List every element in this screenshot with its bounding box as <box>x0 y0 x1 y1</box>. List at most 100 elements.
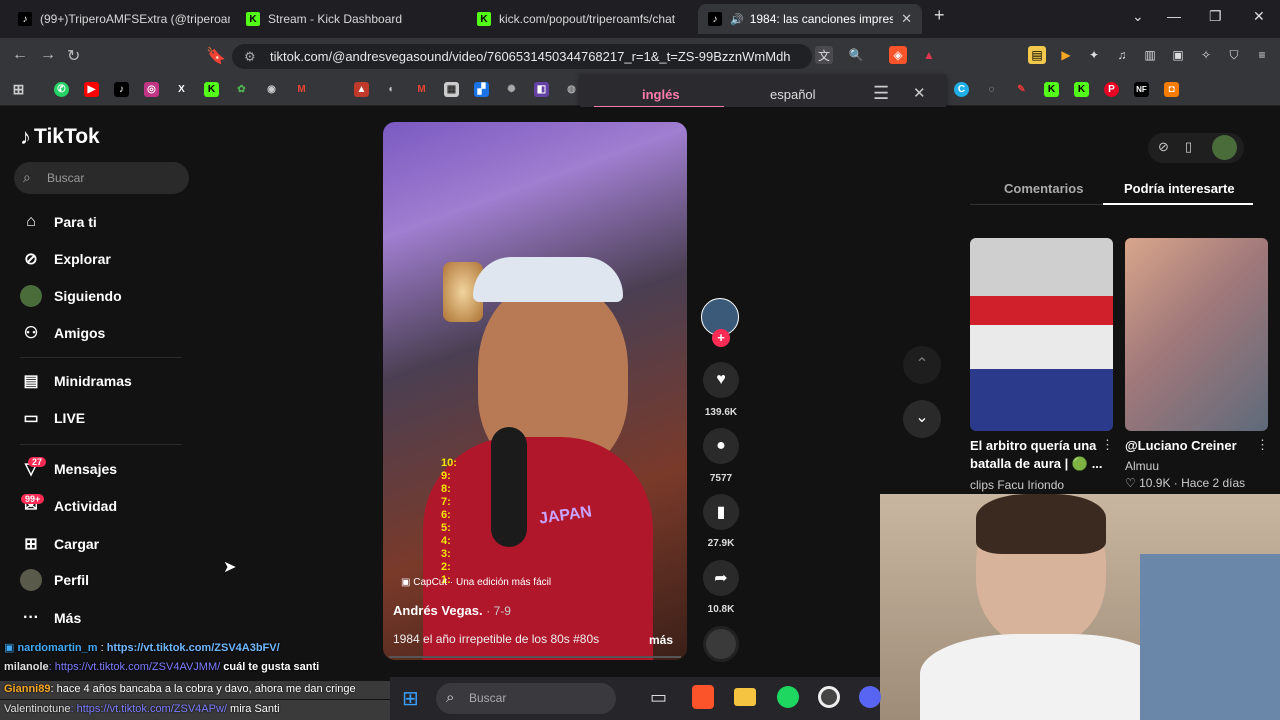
misc-icon[interactable]: ◍ <box>564 82 579 97</box>
music-icon[interactable]: ♫ <box>1113 46 1131 64</box>
nav-for-you[interactable]: ⌂ Para ti <box>20 211 97 233</box>
back-icon[interactable]: ← <box>12 46 28 64</box>
search-input[interactable]: Buscar <box>47 171 84 185</box>
translate-icon[interactable]: 文 <box>815 46 833 64</box>
tab-recommended[interactable]: Podría interesarte <box>1124 181 1235 196</box>
task-view-icon[interactable]: ▭ <box>650 687 667 708</box>
taskbar-search-input[interactable]: Buscar <box>469 691 506 705</box>
red-icon[interactable]: ✎ <box>1014 82 1029 97</box>
coin-icon[interactable]: ⊘ <box>1158 139 1169 155</box>
tab-comments[interactable]: Comentarios <box>1004 181 1083 196</box>
brave-taskbar-icon[interactable] <box>692 685 714 709</box>
blocks-icon[interactable]: ▞ <box>474 82 489 97</box>
kick-bookmark3-icon[interactable]: K <box>1074 82 1089 97</box>
nav-upload[interactable]: ⊞ Cargar <box>20 533 99 555</box>
recommended-channel-1[interactable]: clips Facu Iriondo <box>970 478 1064 492</box>
tab-kick-dashboard[interactable]: K Stream - Kick Dashboard <box>236 4 461 34</box>
chart-icon[interactable]: ▲ <box>354 82 369 97</box>
progress-bar[interactable] <box>389 656 681 658</box>
globe-icon[interactable]: ◌ <box>984 82 999 97</box>
search-box[interactable]: ⌕ Buscar <box>14 162 189 194</box>
discord-icon[interactable] <box>859 686 881 708</box>
forward-icon[interactable]: → <box>40 46 56 64</box>
brave-shield-icon[interactable]: ◈ <box>889 46 907 64</box>
device-icon[interactable]: ▯ <box>1185 139 1192 155</box>
recommended-title-2[interactable]: @Luciano Creiner <box>1125 437 1255 455</box>
kick-bookmark2-icon[interactable]: K <box>1044 82 1059 97</box>
netflix-icon[interactable]: NF <box>1134 82 1149 97</box>
file-explorer-icon[interactable] <box>734 688 756 706</box>
tab-search-chevron-icon[interactable]: ⌄ <box>1132 8 1144 25</box>
x-icon[interactable]: X <box>174 82 189 97</box>
save-button[interactable]: ▮ <box>703 494 739 530</box>
video-player[interactable]: 10: 9: 8: 7: 6: 5: 4: 3: 2: 1: JAPAN ▣ CapCut · U… <box>383 122 687 660</box>
close-tab-icon[interactable]: ✕ <box>893 11 912 27</box>
tab-triperoamfs[interactable]: ♪ (99+)TriperoAMFSExtra (@triperoamf <box>8 4 230 34</box>
new-tab-button[interactable]: + <box>934 5 945 26</box>
user-avatar[interactable] <box>1212 135 1237 160</box>
extension-icon[interactable]: ▤ <box>1028 46 1046 64</box>
minimize-button[interactable]: — <box>1167 8 1181 24</box>
gear-green-icon[interactable]: ✿ <box>234 82 249 97</box>
translate-lang-english[interactable]: inglés <box>642 87 680 102</box>
music-disc-icon[interactable] <box>703 626 739 662</box>
recommended-channel-2[interactable]: Almuu <box>1125 459 1159 473</box>
c-icon[interactable]: C <box>954 82 969 97</box>
sidebar-icon[interactable]: ▥ <box>1141 46 1159 64</box>
play-extension-icon[interactable]: ▶ <box>1057 46 1075 64</box>
leo-icon[interactable]: ✧ <box>1197 46 1215 64</box>
doc-icon[interactable]: ▦ <box>444 82 459 97</box>
close-window-button[interactable]: ✕ <box>1253 8 1265 25</box>
spotify-icon[interactable] <box>777 686 799 708</box>
twitch-icon[interactable]: ◧ <box>534 82 549 97</box>
nav-minidramas[interactable]: ▤ Minidramas <box>20 370 131 392</box>
tiktok-bookmark-icon[interactable]: ♪ <box>114 82 129 97</box>
obs-icon[interactable] <box>818 686 840 708</box>
pinterest-icon[interactable]: P <box>1104 82 1119 97</box>
translate-lang-spanish[interactable]: español <box>770 87 816 102</box>
windows-start-icon[interactable]: ⊞ <box>402 686 419 711</box>
comment-button[interactable]: ● <box>703 428 739 464</box>
recommended-thumb-2[interactable] <box>1125 238 1268 431</box>
site-info-icon[interactable]: ⚙ <box>244 49 256 65</box>
nav-live[interactable]: ▭ LIVE <box>20 407 85 429</box>
bookmark-icon[interactable]: 🔖 <box>206 46 226 66</box>
vpn-icon[interactable]: ⛉ <box>1225 46 1243 64</box>
chat-text[interactable]: : https://vt.tiktok.com/ZSV4APw/ <box>70 703 227 715</box>
tiktok-logo[interactable]: ♪ TikTok <box>20 124 100 150</box>
recommended-more-icon-1[interactable]: ⋮ <box>1101 437 1114 453</box>
tab-kick-chat[interactable]: K kick.com/popout/triperoamfs/chat <box>467 4 693 34</box>
translate-close-icon[interactable]: ✕ <box>913 84 926 102</box>
orange-icon[interactable]: ◘ <box>1164 82 1179 97</box>
instagram-icon[interactable]: ◎ <box>144 82 159 97</box>
video-author[interactable]: Andrés Vegas. <box>393 603 483 618</box>
follow-plus-icon[interactable]: + <box>712 329 730 347</box>
extensions-puzzle-icon[interactable]: ✦ <box>1085 46 1103 64</box>
recommended-title-1[interactable]: El arbitro quería una batalla de aura | … <box>970 437 1105 473</box>
gmail-icon[interactable]: M <box>294 82 309 97</box>
kick-bookmark-icon[interactable]: K <box>204 82 219 97</box>
nav-friends[interactable]: ⚇ Amigos <box>20 322 106 344</box>
prev-video-button[interactable]: ⌃ <box>903 346 941 384</box>
address-bar[interactable]: ⚙ tiktok.com/@andresvegasound/video/7606… <box>232 44 812 69</box>
tab-tiktok-video[interactable]: ♪ 🔊 1984: las canciones imprescin ✕ <box>698 4 922 34</box>
like-button[interactable]: ♥ <box>703 362 739 398</box>
chat-text[interactable]: https://vt.tiktok.com/ZSV4A3bFV/ <box>107 642 280 654</box>
capcut-tag[interactable]: ▣ CapCut · Una edición más fácil <box>401 577 551 588</box>
zoom-icon[interactable]: 🔍 <box>847 46 865 64</box>
menu-icon[interactable]: ≡ <box>1253 46 1271 64</box>
recommended-more-icon-2[interactable]: ⋮ <box>1256 437 1269 453</box>
caption-more-link[interactable]: más <box>649 633 673 647</box>
restore-button[interactable]: ❐ <box>1209 8 1222 25</box>
gmail2-icon[interactable]: M <box>414 82 429 97</box>
chat-text[interactable]: : https://vt.tiktok.com/ZSV4AVJMM/ <box>49 661 221 673</box>
recommended-thumb-1[interactable] <box>970 238 1113 431</box>
translate-menu-icon[interactable]: ☰ <box>873 83 889 104</box>
taskbar-search[interactable]: ⌕ Buscar <box>436 683 616 714</box>
nav-explore[interactable]: ⊘ Explorar <box>20 248 111 270</box>
github-icon[interactable]: ◐ <box>384 82 399 97</box>
openai-icon[interactable]: ✺ <box>504 82 519 97</box>
next-video-button[interactable]: ⌄ <box>903 400 941 438</box>
brave-rewards-icon[interactable]: ▲ <box>920 46 938 64</box>
nav-following[interactable]: Siguiendo <box>20 285 122 307</box>
